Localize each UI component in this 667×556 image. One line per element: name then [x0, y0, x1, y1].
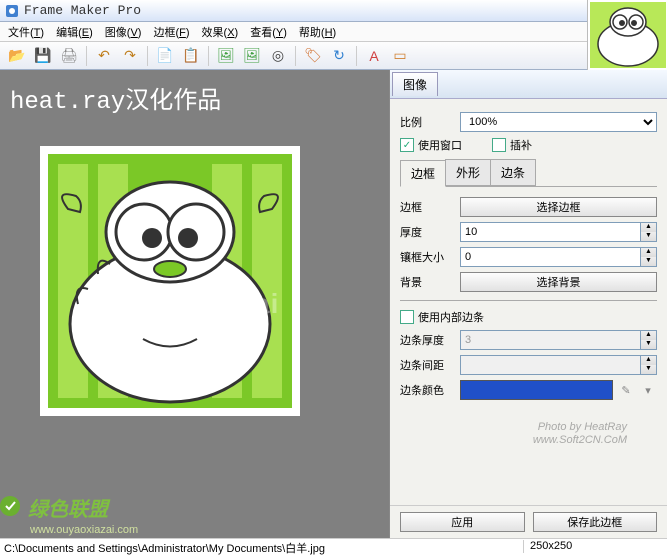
target-icon[interactable]: ◎ — [267, 45, 289, 67]
label-inner-strip: 使用内部边条 — [418, 309, 484, 325]
separator — [147, 46, 148, 66]
status-dimensions: 250x250 — [523, 540, 663, 553]
status-path: C:\Documents and Settings\Administrator\… — [4, 540, 523, 553]
preview-thumbnail — [587, 0, 667, 70]
open-icon[interactable]: 📂 — [6, 45, 28, 67]
select-frame-button[interactable]: 选择边框 — [460, 197, 657, 217]
eyedropper-icon[interactable]: ✎ — [617, 381, 635, 399]
side-panel: 图像 比例 100% ✓ 使用窗口 ✓ 插补 边框 外形 边条 边框 选择边框 — [389, 70, 667, 538]
up-arrow-icon[interactable]: ▲ — [641, 248, 656, 257]
subtab-frame[interactable]: 边框 — [400, 160, 446, 187]
subtab-bar: 边框 外形 边条 — [400, 159, 657, 187]
strip-gap-input — [460, 355, 641, 375]
menu-x[interactable]: 效果(X) — [196, 22, 245, 42]
separator — [208, 46, 209, 66]
thickness-spinner[interactable]: ▲▼ — [460, 222, 657, 242]
label-use-window: 使用窗口 — [418, 137, 462, 153]
strip-gap-spinner[interactable]: ▲▼ — [460, 355, 657, 375]
canvas-overlay-title: heat.ray汉化作品 — [10, 80, 221, 116]
bevel-input[interactable] — [460, 247, 641, 267]
app-icon — [4, 3, 20, 19]
panel-header: 图像 — [390, 70, 667, 99]
union-text: 绿色联盟 — [28, 493, 108, 522]
save-icon[interactable]: 💾 — [32, 45, 54, 67]
copy-icon[interactable]: 📄 — [154, 45, 176, 67]
up-arrow-icon[interactable]: ▲ — [641, 331, 656, 340]
label-thickness: 厚度 — [400, 224, 460, 240]
strip-color-swatch[interactable] — [460, 380, 613, 400]
menu-f[interactable]: 边框(F) — [147, 22, 195, 42]
ratio-select[interactable]: 100% — [460, 112, 657, 132]
label-strip-color: 边条颜色 — [400, 382, 460, 398]
down-arrow-icon[interactable]: ▼ — [641, 232, 656, 241]
frame-icon[interactable]: ▭ — [389, 45, 411, 67]
apply-button[interactable]: 应用 — [400, 512, 525, 532]
separator — [295, 46, 296, 66]
label-frame: 边框 — [400, 199, 460, 215]
paste-icon[interactable]: 📋 — [180, 45, 202, 67]
label-interp: 插补 — [510, 137, 532, 153]
print-icon[interactable]: 🖨 — [58, 45, 80, 67]
titlebar: Frame Maker Pro — [0, 0, 667, 22]
checkbox-inner-strip[interactable]: ✓ — [400, 310, 414, 324]
subtab-shape[interactable]: 外形 — [445, 159, 491, 186]
image-icon[interactable]: 🖼 — [215, 45, 237, 67]
strip-thickness-input — [460, 330, 641, 350]
union-logo-icon — [0, 492, 24, 520]
checkbox-use-window[interactable]: ✓ — [400, 138, 414, 152]
menubar: 文件(T)编辑(E)图像(V)边框(F)效果(X)查看(Y)帮助(H) — [0, 22, 667, 42]
up-arrow-icon[interactable]: ▲ — [641, 356, 656, 365]
thickness-input[interactable] — [460, 222, 641, 242]
separator — [86, 46, 87, 66]
save-frame-button[interactable]: 保存此边框 — [533, 512, 658, 532]
image-preview[interactable] — [40, 146, 300, 416]
up-arrow-icon[interactable]: ▲ — [641, 223, 656, 232]
panel-footer: 应用 保存此边框 — [390, 505, 667, 538]
separator — [356, 46, 357, 66]
menu-e[interactable]: 编辑(E) — [50, 22, 99, 42]
down-arrow-icon[interactable]: ▼ — [641, 365, 656, 374]
text-icon[interactable]: A — [363, 45, 385, 67]
subtab-strip[interactable]: 边条 — [490, 159, 536, 186]
main-area: heat.ray汉化作品 ouyaoxiazai — [0, 70, 667, 538]
down-arrow-icon[interactable]: ▼ — [641, 257, 656, 266]
menu-h[interactable]: 帮助(H) — [293, 22, 342, 42]
divider — [400, 300, 657, 301]
label-strip-gap: 边条间距 — [400, 357, 460, 373]
label-bg: 背景 — [400, 274, 460, 290]
image2-icon[interactable]: 🖼 — [241, 45, 263, 67]
app-title: Frame Maker Pro — [24, 3, 141, 18]
panel-tab-image[interactable]: 图像 — [392, 72, 438, 96]
redo-icon[interactable]: ↷ — [119, 45, 141, 67]
menu-t[interactable]: 文件(T) — [2, 22, 50, 42]
undo-icon[interactable]: ↶ — [93, 45, 115, 67]
bevel-spinner[interactable]: ▲▼ — [460, 247, 657, 267]
select-bg-button[interactable]: 选择背景 — [460, 272, 657, 292]
menu-y[interactable]: 查看(Y) — [244, 22, 293, 42]
union-url: www.ouyaoxiazai.com — [30, 524, 138, 536]
canvas[interactable]: heat.ray汉化作品 ouyaoxiazai — [0, 70, 389, 538]
refresh-icon[interactable]: ↻ — [328, 45, 350, 67]
toolbar: 📂💾🖨↶↷📄📋🖼🖼◎🏷↻A▭ — [0, 42, 667, 70]
tag-icon[interactable]: 🏷 — [302, 45, 324, 67]
menu-v[interactable]: 图像(V) — [99, 22, 148, 42]
down-arrow-icon[interactable]: ▼ — [641, 340, 656, 349]
label-ratio: 比例 — [400, 114, 460, 130]
strip-thickness-spinner[interactable]: ▲▼ — [460, 330, 657, 350]
checkbox-interp[interactable]: ✓ — [492, 138, 506, 152]
label-bevel: 镶框大小 — [400, 249, 460, 265]
label-strip-thickness: 边条厚度 — [400, 332, 460, 348]
color-dropdown-icon[interactable]: ▾ — [639, 381, 657, 399]
